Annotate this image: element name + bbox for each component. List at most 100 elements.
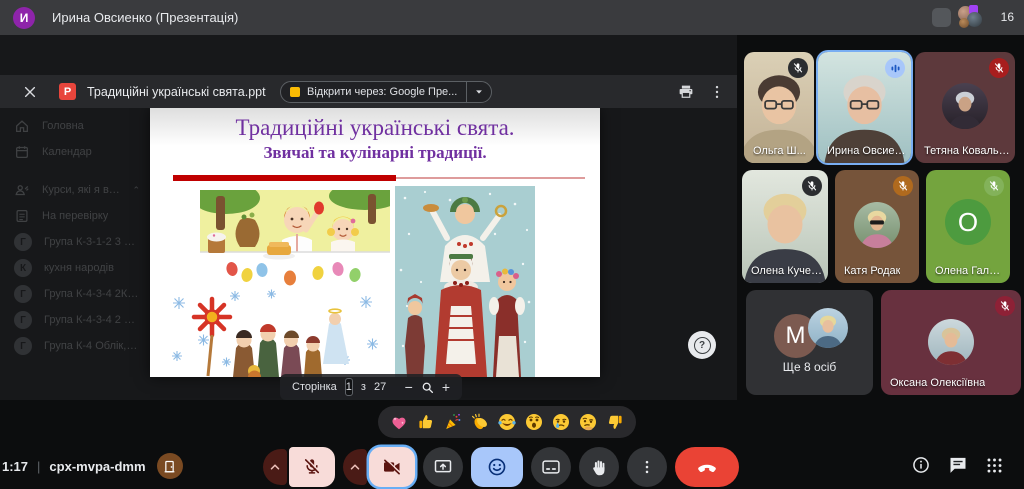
reaction-surprised-face-icon[interactable] [524,412,544,432]
info-button[interactable] [911,455,931,475]
participant-name: Оксана Олексіївна [890,377,985,389]
reaction-face-with-tears-of-joy-icon[interactable] [497,412,517,432]
avatar [928,319,974,365]
sidebar-item-7[interactable]: ГГрупа К-4-3-4 2КУРС Облік, к... [0,281,150,307]
captions-button[interactable] [531,447,571,487]
top-bar: И Ирина Овсиенко (Презентація) 16 [0,0,1024,35]
participant-count: 16 [1001,10,1014,24]
participant-tile-ще-8-осіб[interactable]: МЩе 8 осіб [746,290,873,395]
participant-tile-оксана-олексіївна[interactable]: Оксана Олексіївна [881,290,1021,395]
zoom-in-button[interactable]: + [442,379,450,395]
participant-tile-олена-галям[interactable]: ООлена Галям... [926,170,1010,283]
ppt-file-icon: P [59,83,76,100]
sidebar-item-6[interactable]: Ккухня народів [0,255,150,281]
help-button[interactable]: ? [688,331,716,359]
mic-muted-icon [802,176,822,196]
mic-button[interactable] [289,447,335,487]
camera-control-group [343,447,415,487]
participant-name: Олена Галям... [935,265,1005,277]
sidebar-item-2[interactable]: Календар [0,139,150,165]
review-icon [14,208,30,224]
speaking-indicator-icon [885,58,905,78]
reaction-clapping-hands-icon[interactable] [470,412,490,432]
sidebar-item-4[interactable]: На перевірку [0,203,150,229]
participants-summary[interactable]: 16 [932,5,1014,29]
slide-image-carolers [164,288,386,377]
sidebar-item-label: Група К-4-3-4 2 КУРС Технол... [44,314,140,326]
magnifier-icon[interactable] [421,381,434,394]
mic-control-group [263,447,335,487]
more-options-icon[interactable] [708,83,726,101]
page-of-label: з [361,381,366,393]
sidebar-item-8[interactable]: ГГрупа К-4-3-4 2 КУРС Технол... [0,307,150,333]
open-with-label: Відкрити через: Google Пре... [307,86,457,98]
participant-tile-олена-кучер[interactable]: Олена Кучер... [742,170,828,283]
avatar [942,83,988,129]
sidebar-item-3[interactable]: Курси, які я викладаю⌃ [0,177,150,203]
raise-hand-button[interactable] [579,447,619,487]
page-total: 27 [374,381,386,393]
reaction-sparkling-heart-icon[interactable] [389,412,409,432]
mic-muted-icon [989,58,1009,78]
participant-tile-тетяна-ковальова[interactable]: Тетяна Ковальова [915,52,1015,163]
slide-accent-line [396,177,585,179]
sidebar-item-label: Група К-4 Облік, калькуляція,... [44,340,140,352]
presenter-label: Ирина Овсиенко (Презентація) [52,10,238,25]
more-options-button[interactable] [627,447,667,487]
presenter-avatar: И [13,7,35,29]
avatar [808,308,848,348]
sidebar-item-label: кухня народів [44,262,114,274]
present-button[interactable] [423,447,463,487]
slide-accent-bar [173,175,396,181]
apps-grid-button[interactable] [985,456,1004,475]
slide-subtitle: Звичаї та кулінарні традиції. [150,143,600,163]
group-letter-avatar: Г [14,337,32,355]
mic-muted-icon [995,296,1015,316]
file-preview-toolbar: P Традиційні українські свята.ppt Відкри… [0,75,737,108]
reaction-party-popper-icon[interactable] [443,412,463,432]
slide-image-malanka [395,186,535,377]
sidebar-item-9[interactable]: Г Група К-4 Облік, калькуляція,... [0,333,150,359]
sidebar-item-label: Група К-4-3-4 2КУРС Облік, к... [44,288,140,300]
reactions-button[interactable] [471,447,523,487]
chevron-up-icon: ⌃ [132,185,140,196]
page-number-input[interactable]: 1 [345,378,353,396]
reaction-thumbs-up-icon[interactable] [416,412,436,432]
zoom-out-button[interactable]: − [405,379,413,395]
reaction-crying-face-icon[interactable] [551,412,571,432]
chat-button[interactable] [948,455,968,475]
camera-button[interactable] [369,447,415,487]
participant-tile-ольга-ш[interactable]: Ольга Ш... [744,52,814,163]
page-label: Сторінка [292,381,337,393]
call-controls [0,447,1002,487]
participant-tile-ирина-овсиенко[interactable]: Ирина Овсиенко [818,52,911,163]
meeting-side-icons [911,455,1004,475]
presentation-slide: Традиційні українські свята. Звичаї та к… [150,108,600,377]
reaction-thumbs-down-icon[interactable] [605,412,625,432]
file-name: Традиційні українські свята.ppt [87,85,266,99]
overflow-count-label: Ще 8 осіб [746,360,873,374]
slide-title: Традиційні українські свята. [150,115,600,141]
sidebar-item-1[interactable]: Головна [0,113,150,139]
slide-image-easter-kids [200,190,390,287]
end-call-button[interactable] [675,447,739,487]
participant-avatar-stack [958,5,994,29]
home-icon [14,118,30,134]
calendar-icon [14,144,30,160]
sidebar-item-label: На перевірку [42,210,108,222]
participant-name: Олена Кучер... [751,265,823,277]
camera-options-button[interactable] [343,449,367,485]
close-icon[interactable] [23,85,37,99]
sidebar-item-label: Календар [42,146,92,158]
mic-options-button[interactable] [263,449,287,485]
reactions-bar [378,406,636,438]
participant-tile-катя-родак[interactable]: Катя Родак [835,170,919,283]
sidebar-item-5[interactable]: ГГрупа К-3-1-2 3 КУРС Технол... [0,229,150,255]
participant-name: Катя Родак [844,265,900,277]
open-with-button[interactable]: Відкрити через: Google Пре... [280,81,492,103]
print-icon[interactable] [677,83,695,101]
participant-name: Ольга Ш... [753,145,806,157]
reaction-thinking-face-icon[interactable] [578,412,598,432]
caret-down-icon[interactable] [467,82,491,102]
sidebar-item-label: Головна [42,120,84,132]
